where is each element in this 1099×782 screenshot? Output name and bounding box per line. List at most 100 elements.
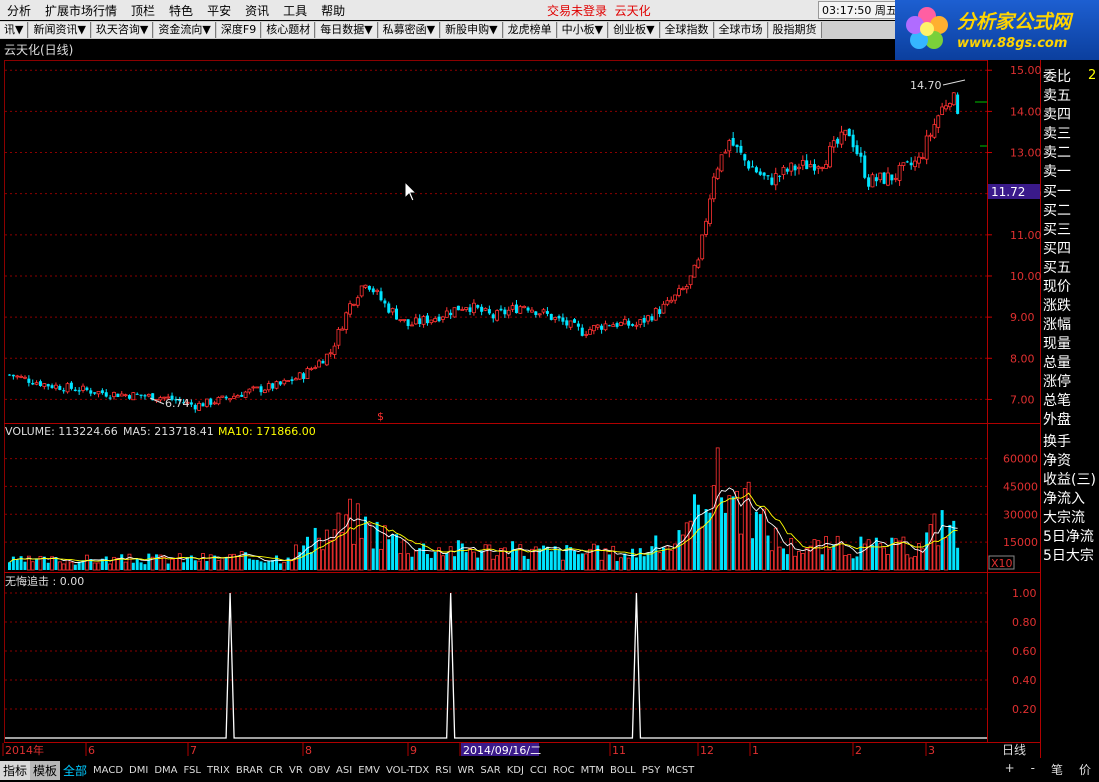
volume-bar (305, 536, 309, 570)
login-status[interactable]: 交易未登录 云天化 (540, 2, 658, 19)
indicator-tab-dma[interactable]: DMA (151, 765, 180, 776)
control-1[interactable]: - (1023, 761, 1043, 778)
indicator-tab-cci[interactable]: CCI (527, 765, 550, 776)
volume-bar (545, 546, 549, 570)
candle (286, 380, 291, 382)
candle (19, 374, 24, 379)
candle (743, 153, 747, 166)
toolbar-button-4[interactable]: 深度F9 (216, 22, 262, 38)
toolbar-button-12[interactable]: 全球指数 (660, 22, 714, 38)
indicator-tab-macd[interactable]: MACD (90, 765, 126, 776)
candle (108, 395, 112, 401)
quote-label-14: 现量 (1043, 336, 1071, 352)
toolbar-button-3[interactable]: 资金流向▼ (154, 22, 216, 38)
indicator-tab-fsl[interactable]: FSL (180, 765, 204, 776)
volume-bar (235, 555, 240, 571)
candle (514, 300, 518, 314)
indicator-tab-asi[interactable]: ASI (333, 765, 355, 776)
toolbar-button-13[interactable]: 全球市场 (714, 22, 768, 38)
toolbar-button-9[interactable]: 龙虎榜单 (503, 22, 557, 38)
menu-item-5[interactable]: 资讯 (238, 2, 276, 19)
candle (476, 304, 480, 310)
toolbar-button-2[interactable]: 玖天咨询▼ (91, 22, 154, 38)
indicator-tab-vr[interactable]: VR (286, 765, 306, 776)
menu-item-3[interactable]: 特色 (162, 2, 200, 19)
menu-item-0[interactable]: 分析 (0, 2, 38, 19)
volume-bar (569, 547, 573, 570)
toolbar-button-0[interactable]: 讯▼ (0, 22, 29, 38)
volume-bar (290, 560, 294, 571)
toolbar-button-5[interactable]: 核心题材 (262, 22, 316, 38)
low-label: 6.74 (165, 397, 190, 410)
candle (588, 326, 592, 335)
tab-1[interactable]: 模板 (30, 761, 61, 780)
candle (359, 285, 364, 298)
indicator-tab-emv[interactable]: EMV (355, 765, 383, 776)
indicator-tab-mtm[interactable]: MTM (578, 765, 607, 776)
indicator-tab-kdj[interactable]: KDJ (504, 765, 527, 776)
volume-bar (73, 564, 77, 570)
volume-bar (956, 547, 960, 570)
indicator-tab-boll[interactable]: BOLL (607, 765, 639, 776)
toolbar-button-10[interactable]: 中小板▼ (557, 22, 609, 38)
candle (139, 394, 143, 399)
quote-panel: 委比 卖五 卖四 卖三 卖二 卖一 买一 买二 买三 买四 买五 现价 涨跌 涨幅 现量 总量 涨停 总笔 外盘 换手… (1040, 66, 1099, 746)
volume-bar (785, 554, 789, 570)
volume-bar (433, 551, 437, 570)
quote-label-5: 卖一 (1043, 164, 1071, 180)
candle (700, 234, 705, 261)
quote-label-3: 卖三 (1043, 126, 1071, 142)
quote-label-4: 卖二 (1043, 145, 1071, 161)
indicator-tab-psy[interactable]: PSY (639, 765, 664, 776)
volume-bar (920, 548, 925, 571)
candle (874, 173, 878, 187)
indicator-tab-mcst[interactable]: MCST (663, 765, 697, 776)
filter-all[interactable]: 全部 (60, 762, 90, 779)
indicator-tab-rsi[interactable]: RSI (432, 765, 454, 776)
candle (541, 307, 546, 315)
candle (23, 375, 27, 380)
indicator-tab-cr[interactable]: CR (266, 765, 286, 776)
toolbar-button-1[interactable]: 新闻资讯▼ (29, 22, 91, 38)
candle (603, 320, 608, 332)
menu-item-7[interactable]: 帮助 (314, 2, 352, 19)
control-2[interactable]: 笔 (1043, 761, 1071, 778)
indicator-tab-vol-tdx[interactable]: VOL-TDX (383, 765, 432, 776)
toolbar-button-8[interactable]: 新股申购▼ (441, 22, 503, 38)
volume-bar (120, 554, 124, 570)
indicator-tab-trix[interactable]: TRIX (204, 765, 233, 776)
indicator-tab-obv[interactable]: OBV (306, 765, 333, 776)
menu-item-4[interactable]: 平安 (200, 2, 238, 19)
volume-bar (259, 561, 263, 570)
control-3[interactable]: 价 (1071, 761, 1099, 778)
date-label-0: 2014年 (5, 743, 44, 757)
candle (897, 162, 902, 186)
tab-0[interactable]: 指标 (0, 761, 31, 780)
candle (831, 136, 836, 153)
menu-item-2[interactable]: 顶栏 (124, 2, 162, 19)
indicator-tab-wr[interactable]: WR (455, 765, 478, 776)
candle (178, 396, 182, 404)
indicator-tab-dmi[interactable]: DMI (126, 765, 151, 776)
volume-bar (781, 548, 785, 570)
indicator-tab-brar[interactable]: BRAR (233, 765, 266, 776)
kline-chart[interactable]: 15.0014.0013.0012.0011.0010.009.008.007.… (0, 0, 1099, 782)
control-0[interactable]: + (997, 761, 1023, 778)
indicator-tab-roc[interactable]: ROC (550, 765, 578, 776)
candle (747, 159, 751, 171)
price-tick-2: 13.00 (1010, 147, 1042, 160)
indicator-tab-sar[interactable]: SAR (477, 765, 503, 776)
toolbar-button-11[interactable]: 创业板▼ (609, 22, 660, 38)
candle (595, 324, 600, 330)
menu-item-6[interactable]: 工具 (276, 2, 314, 19)
toolbar-button-14[interactable]: 股指期货 (768, 22, 822, 38)
logo-url: www.88gs.com (957, 36, 1068, 51)
candle (127, 394, 131, 400)
toolbar-button-6[interactable]: 每日数据▼ (316, 22, 378, 38)
candle (390, 307, 395, 316)
high-label: 14.70 (910, 79, 942, 92)
menu-item-1[interactable]: 扩展市场行情 (38, 2, 124, 19)
volume-unit-box (988, 555, 1015, 570)
toolbar-button-7[interactable]: 私募密函▼ (378, 22, 441, 38)
volume-bar (344, 514, 349, 571)
